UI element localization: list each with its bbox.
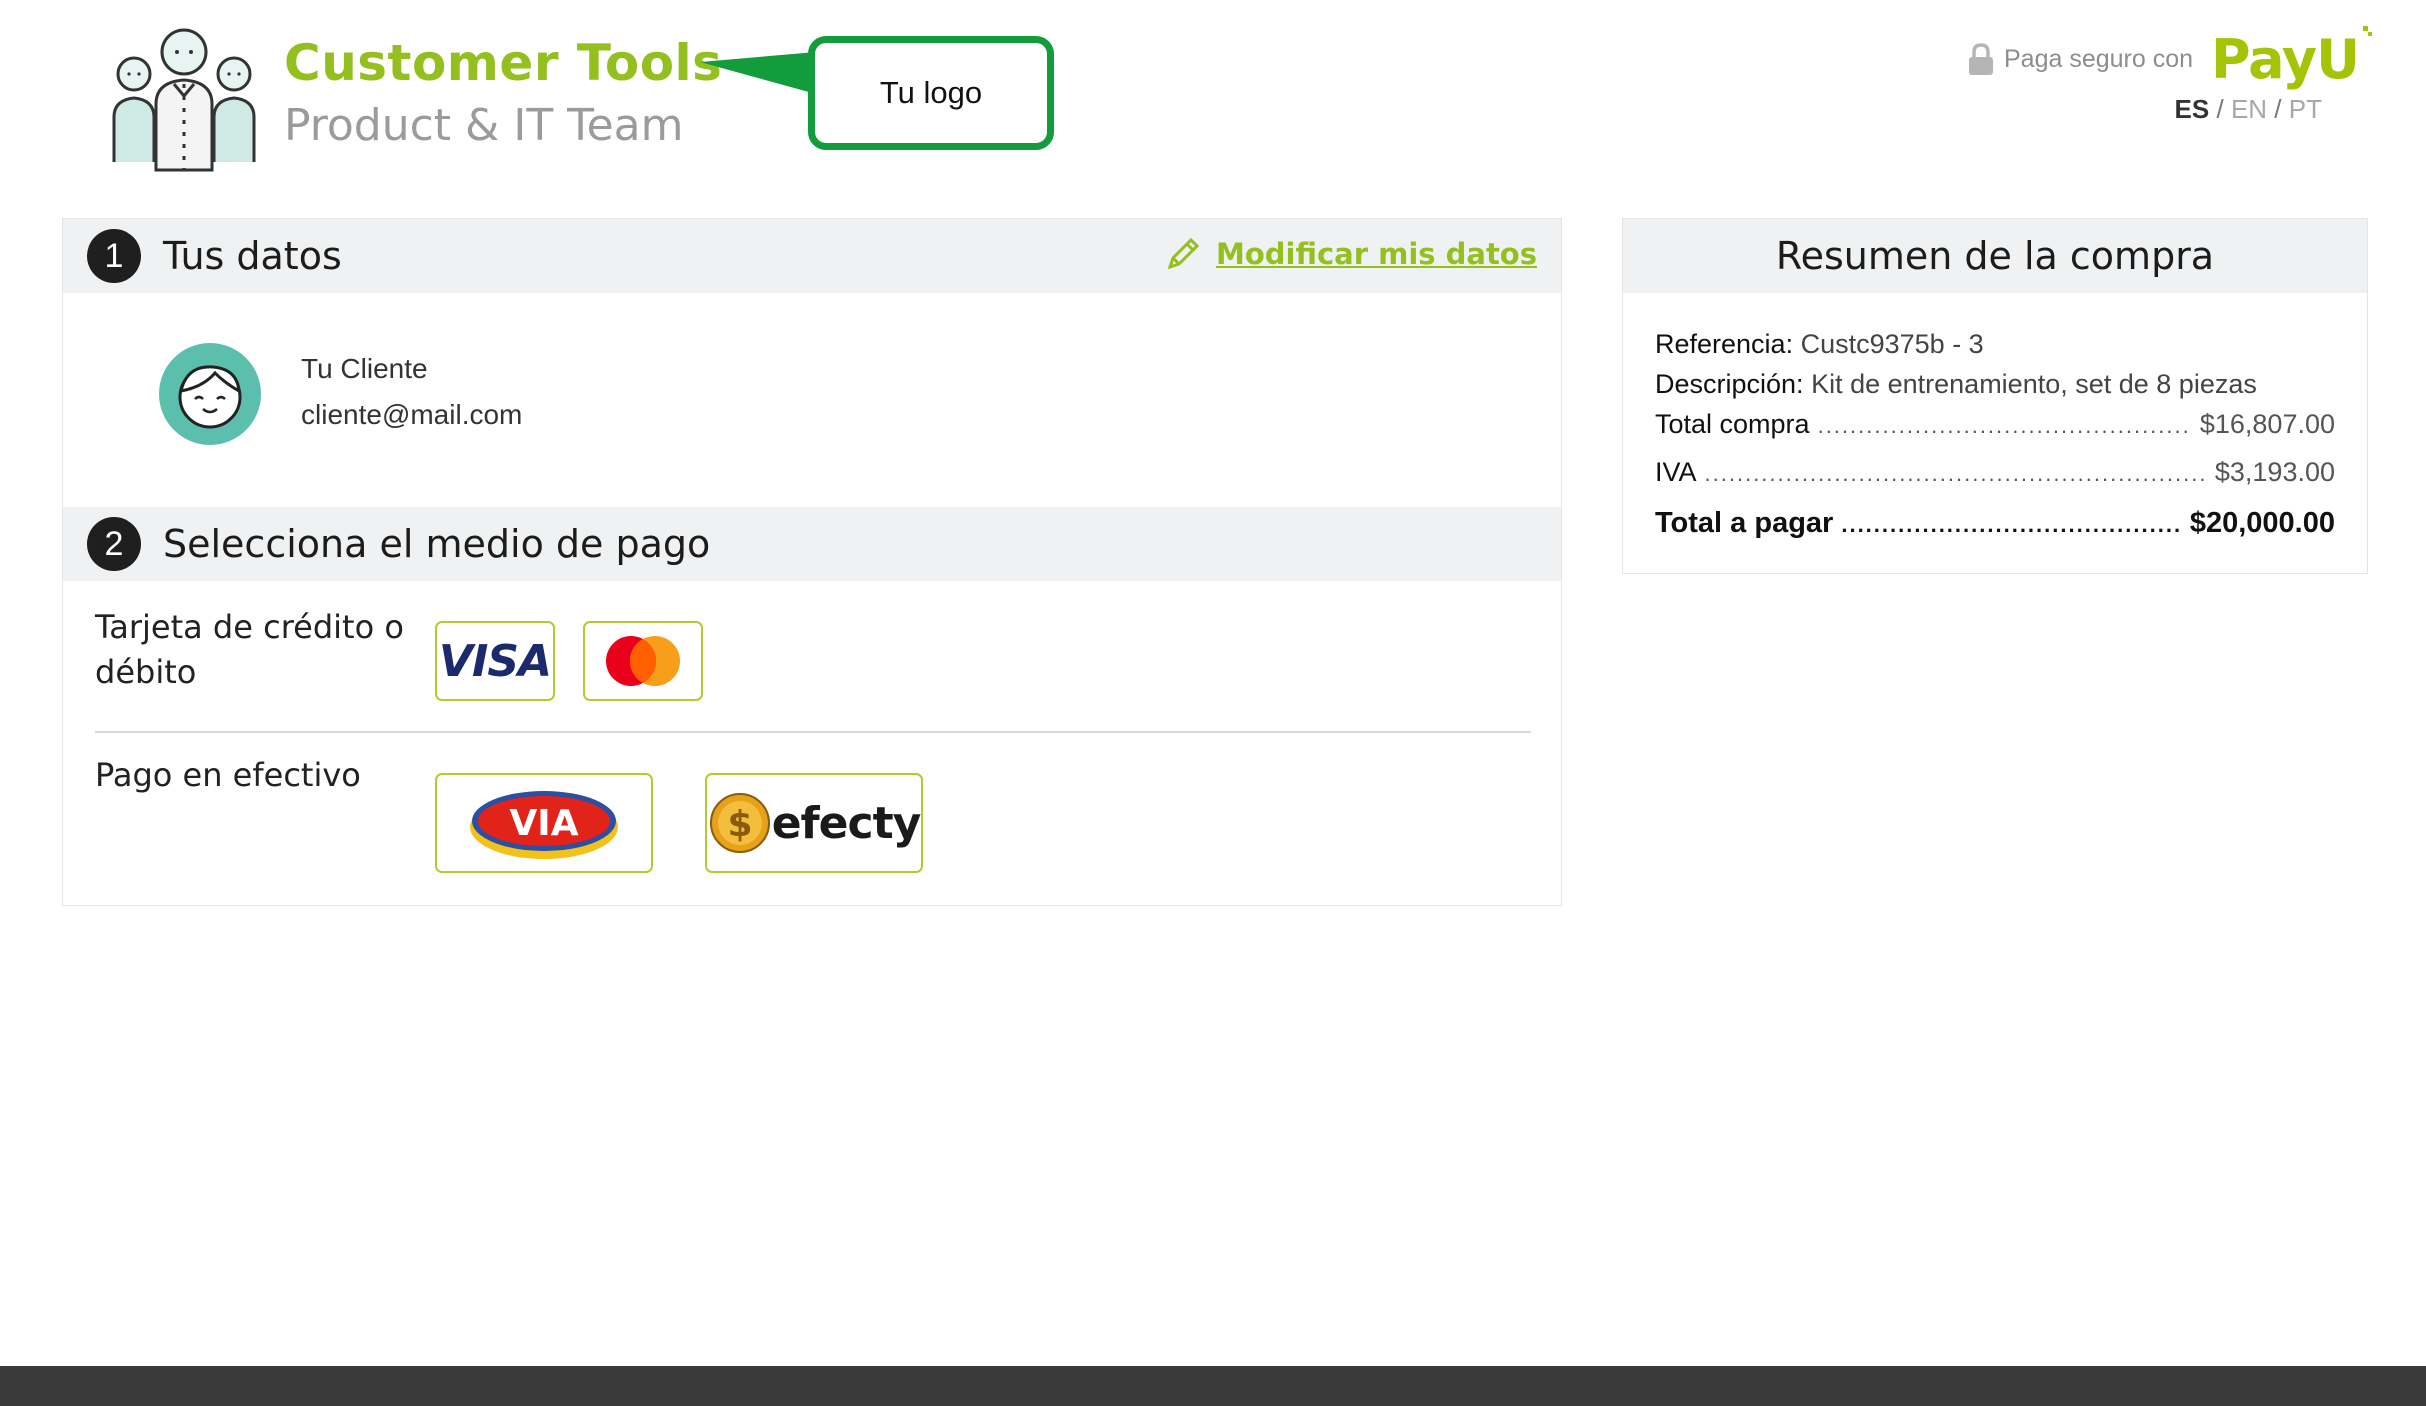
description-value: Kit de entrenamiento, set de 8 piezas [1811, 369, 2257, 399]
via-button[interactable]: VIA [435, 773, 653, 873]
lang-es[interactable]: ES [2175, 94, 2210, 124]
lang-separator: / [2274, 94, 2282, 124]
lang-pt[interactable]: PT [2289, 94, 2322, 124]
secure-payment-badge: Paga seguro con PayU [1966, 26, 2372, 91]
step-badge: 1 [87, 229, 141, 283]
coin-icon: $ [709, 793, 770, 853]
customer-name: Tu Cliente [301, 353, 428, 384]
total-compra-row: Total compra ...........................… [1655, 409, 2335, 440]
reference-label: Referencia: [1655, 329, 1794, 359]
brand-name: Customer Tools [284, 34, 723, 92]
callout-arrow-icon [700, 52, 816, 94]
checkout-panel: 1 Tus datos Modificar mis datos Tu Clien… [62, 218, 1562, 906]
cash-payment-label: Pago en efectivo [95, 756, 361, 794]
team-logo-icon [104, 22, 264, 172]
payu-dots-icon [2363, 26, 2372, 36]
lang-separator: / [2216, 94, 2224, 124]
reference-value: Custc9375b - 3 [1800, 329, 1984, 359]
total-compra-label: Total compra [1655, 409, 1810, 439]
visa-button[interactable]: VISA [435, 621, 555, 701]
card-payment-label: Tarjeta de crédito o débito [95, 608, 404, 691]
section-title: Tus datos [163, 234, 342, 278]
dot-leader: ........................................… [1704, 461, 2207, 486]
dot-leader: ........................................… [1841, 512, 2182, 537]
description-line: Descripción: Kit de entrenamiento, set d… [1655, 369, 2257, 400]
footer-bar [0, 1366, 2426, 1406]
visa-logo: VISA [438, 635, 552, 687]
total-pagar-label: Total a pagar [1655, 507, 1834, 539]
total-compra-value: $16,807.00 [2199, 409, 2335, 439]
logo-callout: Tu logo [808, 36, 1054, 150]
section-your-data-header: 1 Tus datos Modificar mis datos [63, 219, 1561, 293]
iva-label: IVA [1655, 457, 1697, 487]
efecty-button[interactable]: $ efecty [705, 773, 923, 873]
step-badge: 2 [87, 517, 141, 571]
via-logo-icon: VIA [470, 791, 618, 859]
dot-leader: ........................................… [1817, 413, 2192, 438]
efecty-logo: efecty [771, 797, 922, 849]
section-payment-method-header: 2 Selecciona el medio de pago [63, 507, 1561, 581]
avatar [159, 343, 261, 445]
purchase-summary: Resumen de la compra Referencia: Custc93… [1622, 218, 2368, 574]
summary-title: Resumen de la compra [1775, 234, 2215, 278]
total-pagar-value: $20,000.00 [2189, 507, 2335, 539]
brand-subtitle: Product & IT Team [284, 100, 684, 151]
via-logo: VIA [509, 803, 578, 844]
payu-logo-text: PayU [2211, 28, 2360, 91]
mastercard-logo-icon [606, 636, 680, 686]
customer-email: cliente@mail.com [301, 399, 523, 430]
total-pagar-row: Total a pagar ..........................… [1655, 507, 2335, 540]
modify-data-link[interactable]: Modificar mis datos [1164, 235, 1537, 273]
section-title: Selecciona el medio de pago [163, 522, 711, 566]
lang-en[interactable]: EN [2231, 94, 2267, 124]
svg-text:$: $ [727, 804, 752, 845]
language-selector: ES / EN / PT [2175, 94, 2322, 125]
iva-row: IVA ....................................… [1655, 457, 2335, 488]
summary-header: Resumen de la compra [1623, 219, 2367, 293]
description-label: Descripción: [1655, 369, 1804, 399]
modify-data-label: Modificar mis datos [1215, 237, 1537, 271]
callout-text: Tu logo [879, 75, 983, 110]
secure-text: Paga seguro con [2004, 45, 2194, 73]
divider [95, 731, 1531, 733]
payu-logo: PayU [2211, 26, 2372, 91]
reference-line: Referencia: Custc9375b - 3 [1655, 329, 1984, 360]
lock-icon [1969, 42, 1993, 75]
iva-value: $3,193.00 [2214, 457, 2335, 487]
mastercard-button[interactable] [583, 621, 703, 701]
pencil-icon [1167, 237, 1200, 270]
customer-face-icon [178, 365, 242, 429]
